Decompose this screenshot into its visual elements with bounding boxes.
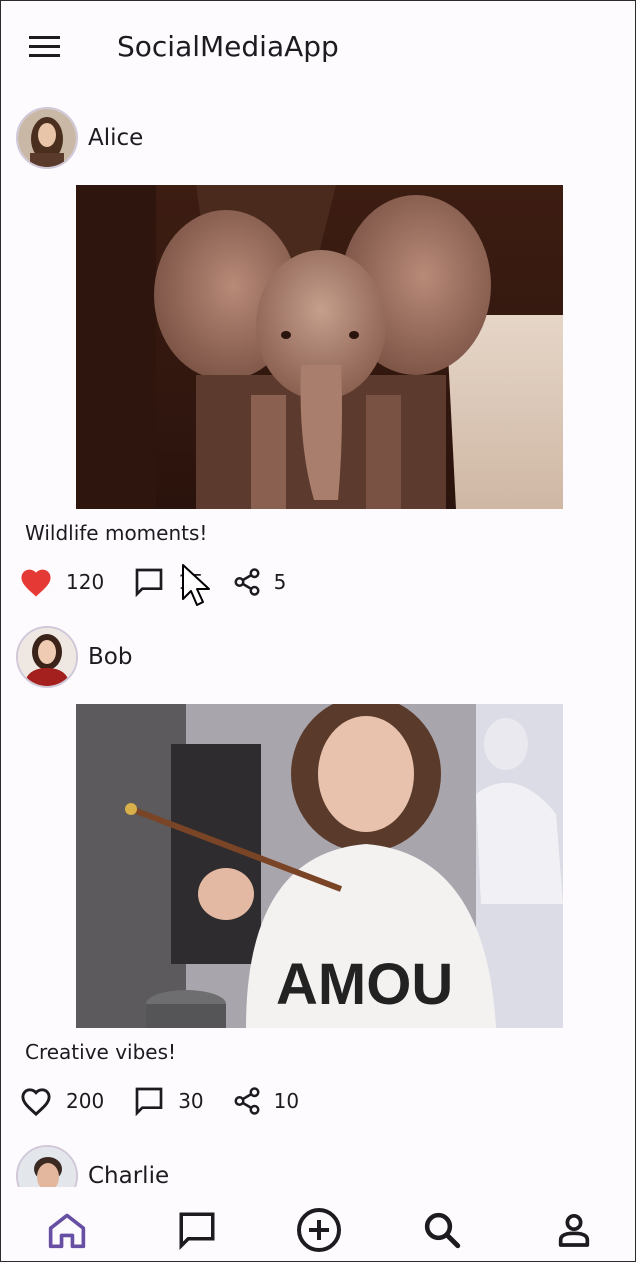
- comment-button[interactable]: 15: [132, 566, 204, 598]
- post-caption: Creative vibes!: [25, 1040, 177, 1064]
- post-header[interactable]: Alice: [16, 105, 143, 171]
- nav-profile[interactable]: [549, 1205, 599, 1255]
- post-author[interactable]: Alice: [88, 125, 143, 151]
- share-count: 10: [273, 1089, 300, 1113]
- post-author[interactable]: Charlie: [88, 1163, 169, 1187]
- like-count: 120: [66, 570, 105, 594]
- add-circle-icon: [297, 1208, 341, 1252]
- comment-count: 30: [178, 1089, 204, 1113]
- chat-icon: [179, 1212, 215, 1250]
- nav-create[interactable]: [294, 1205, 344, 1255]
- avatar[interactable]: [16, 626, 78, 688]
- home-icon: [48, 1213, 86, 1249]
- like-button[interactable]: 120: [18, 566, 104, 598]
- heart-filled-icon: [21, 569, 51, 597]
- post-caption: Wildlife moments!: [25, 521, 208, 545]
- post-header[interactable]: Bob: [16, 624, 132, 690]
- app-title: SocialMediaApp: [117, 30, 339, 63]
- nav-home[interactable]: [42, 1205, 92, 1255]
- nav-search[interactable]: [417, 1205, 467, 1255]
- feed[interactable]: Alice Wildlife moments! 120 15 5 Bob AMO…: [1, 93, 635, 1187]
- share-icon: [234, 1087, 260, 1115]
- avatar[interactable]: [16, 1145, 78, 1187]
- heart-outline-icon: [21, 1088, 51, 1117]
- post-image[interactable]: AMOU: [76, 704, 563, 1028]
- nav-messages[interactable]: [172, 1205, 222, 1255]
- share-button[interactable]: 10: [232, 1085, 299, 1117]
- top-app-bar: SocialMediaApp: [1, 1, 635, 93]
- bottom-navigation: [1, 1187, 635, 1261]
- share-icon: [234, 568, 260, 596]
- menu-button[interactable]: [23, 27, 67, 67]
- avatar[interactable]: [16, 107, 78, 169]
- person-icon: [558, 1214, 590, 1247]
- post-header[interactable]: Charlie: [16, 1143, 169, 1187]
- comment-button[interactable]: 30: [132, 1085, 204, 1117]
- comment-count: 15: [178, 570, 204, 594]
- post-actions: 200 30 10: [18, 1082, 299, 1120]
- share-button[interactable]: 5: [232, 566, 287, 598]
- search-icon: [424, 1212, 461, 1249]
- post-actions: 120 15 5: [18, 563, 286, 601]
- comment-bubble-icon: [135, 1087, 163, 1117]
- post-author[interactable]: Bob: [88, 644, 132, 670]
- post-image[interactable]: [76, 185, 563, 509]
- svg-text:AMOU: AMOU: [276, 952, 453, 1017]
- share-count: 5: [273, 570, 287, 594]
- app-screen: SocialMediaApp Alice Wildlife moments! 1…: [0, 0, 636, 1262]
- comment-bubble-icon: [135, 568, 163, 598]
- like-count: 200: [66, 1089, 105, 1113]
- like-button[interactable]: 200: [18, 1085, 104, 1117]
- hamburger-menu-icon: [29, 36, 60, 57]
